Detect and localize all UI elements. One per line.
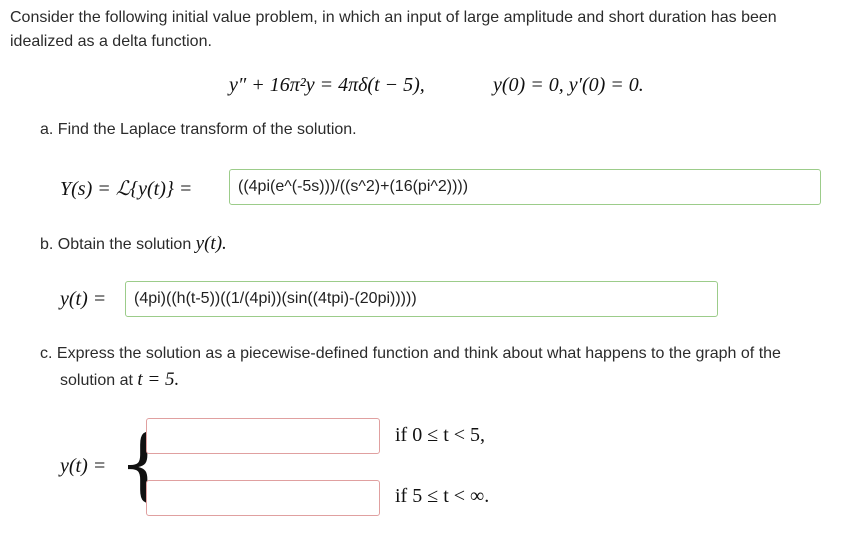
part-b-label-math: y(t). xyxy=(195,233,227,254)
initial-conditions: y(0) = 0, y′(0) = 0. xyxy=(493,74,644,96)
part-b-label-text: b. Obtain the solution xyxy=(40,236,196,253)
piecewise-case-1-condition: if 0 ≤ t < 5, xyxy=(395,424,486,446)
ode-equation: y″ + 16π²y = 4πδ(t − 5), xyxy=(229,74,425,96)
part-b-label: b. Obtain the solution y(t). xyxy=(40,233,227,255)
solution-answer-input[interactable]: (4pi)((h(t-5))((1/(4pi))(sin((4tpi)-(20p… xyxy=(125,281,718,317)
problem-statement-line-1: Consider the following initial value pro… xyxy=(10,9,777,26)
piecewise-case-1-input[interactable] xyxy=(146,418,380,454)
piecewise-prefix: y(t) = xyxy=(60,455,107,477)
part-c-label-line-2: solution at t = 5. xyxy=(60,369,179,391)
laplace-transform-answer-input[interactable]: ((4pi(e^(-5s)))/((s^2)+(16(pi^2)))) xyxy=(229,169,821,205)
part-c-label-line-2-math: t = 5. xyxy=(137,369,180,390)
problem-statement-line-2: idealized as a delta function. xyxy=(10,33,212,50)
part-c-label-line-2-text: solution at xyxy=(60,372,138,389)
piecewise-case-2-input[interactable] xyxy=(146,480,380,516)
laplace-transform-prefix: Y(s) = ℒ{y(t)} = xyxy=(60,178,193,200)
piecewise-case-2-condition: if 5 ≤ t < ∞. xyxy=(395,485,490,507)
part-a-label: a. Find the Laplace transform of the sol… xyxy=(40,121,357,138)
solution-prefix: y(t) = xyxy=(60,288,107,310)
problem-statement: Consider the following initial value pro… xyxy=(10,6,855,54)
part-c-label-line-1: c. Express the solution as a piecewise-d… xyxy=(40,345,781,362)
